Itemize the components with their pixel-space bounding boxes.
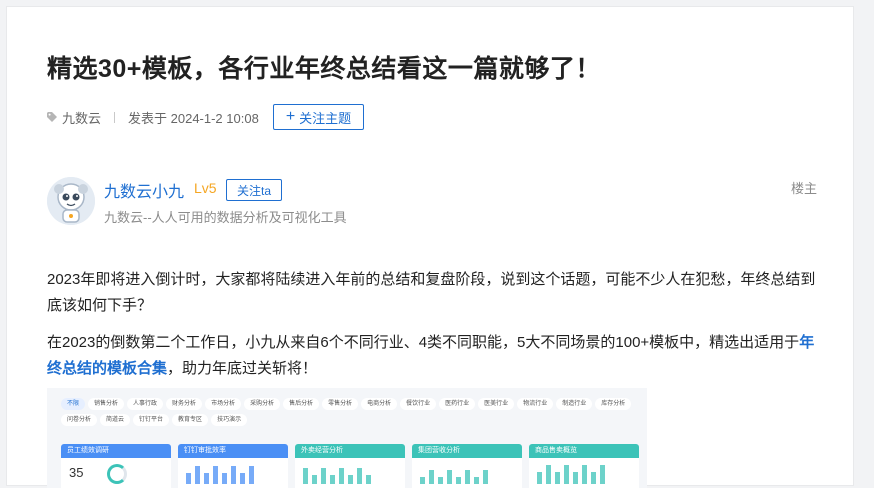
thumbnail-stat: 35: [69, 465, 84, 480]
template-thumbnail-title: 外卖经营分析: [295, 444, 405, 458]
thumbnail-bar: [321, 468, 326, 484]
post-meta: 九数云 发表于 2024-1-2 10:08 + 关注主题: [47, 103, 365, 131]
category-chip: 采购分析: [244, 398, 281, 410]
template-thumbnail-body: [178, 458, 288, 488]
thumbnail-bar: [330, 475, 335, 484]
thumbnail-bar: [537, 472, 542, 484]
category-link[interactable]: 九数云: [62, 108, 101, 127]
divider: [114, 111, 116, 123]
category-chip: 教育专区: [172, 414, 209, 426]
thumbnail-bar: [429, 470, 434, 484]
thumbnail-bar: [213, 466, 218, 484]
category-chip: 零售分析: [322, 398, 359, 410]
follow-author-button[interactable]: 关注ta: [226, 179, 283, 201]
thumbnail-bar: [600, 465, 605, 484]
thumbnail-bar: [303, 468, 308, 484]
avatar[interactable]: [47, 177, 95, 225]
thumbnail-bar: [438, 477, 443, 484]
original-poster-badge: 楼主: [790, 181, 817, 196]
thumbnail-bar: [555, 472, 560, 484]
follow-topic-label: 关注主题: [299, 110, 352, 126]
category-chip: 技巧演示: [211, 414, 248, 426]
thumbnail-donut: [107, 464, 127, 484]
category-chip: 库存分析: [595, 398, 632, 410]
template-thumbnail: 员工绩效调研 35: [61, 444, 171, 488]
category-chip: 财务分析: [166, 398, 203, 410]
thumbnail-bar: [312, 475, 317, 484]
thumbnail-bar: [195, 466, 200, 484]
category-chip: 人事行政: [127, 398, 164, 410]
thumbnail-bar: [546, 465, 551, 484]
template-thumbnail-body: [412, 458, 522, 488]
author-name[interactable]: 九数云小九: [104, 178, 184, 202]
category-chip: 餐饮行业: [400, 398, 437, 410]
category-chip: 售后分析: [283, 398, 320, 410]
category-chip: 制造行业: [556, 398, 593, 410]
category-chip: 问卷分析: [61, 414, 98, 426]
category-chip: 简道云: [100, 414, 131, 426]
thumbnail-bar: [465, 470, 470, 484]
template-thumbnail: 商品售卖概览: [529, 444, 639, 488]
thumbnail-bar: [366, 475, 371, 484]
category-chip: 医美行业: [478, 398, 515, 410]
thumbnail-bar: [249, 466, 254, 484]
paragraph-templates: 在2023的倒数第二个工作日，小九从来自6个不同行业、4类不同职能，5大不同场景…: [47, 330, 822, 382]
paragraph-intro: 2023年即将进入倒计时，大家都将陆续进入年前的总结和复盘阶段，说到这个话题，可…: [47, 271, 816, 314]
template-thumbnail-title: 集团营收分析: [412, 444, 522, 458]
level-badge: Lv5: [194, 180, 217, 196]
page-title: 精选30+模板，各行业年终总结看这一篇就够了！: [47, 55, 601, 83]
thumbnail-bar: [564, 465, 569, 484]
thumbnail-bar: [591, 472, 596, 484]
thumbnail-bar: [420, 477, 425, 484]
template-thumbnail-body: [295, 458, 405, 488]
category-chip: 不限: [61, 398, 86, 410]
thumbnail-bar: [339, 468, 344, 484]
tag-icon: [47, 112, 57, 122]
template-thumbnail: 外卖经营分析: [295, 444, 405, 488]
category-chip: 医药行业: [439, 398, 476, 410]
category-chip: 销售分析: [88, 398, 125, 410]
template-thumbnails: 员工绩效调研 35 钉钉审批效率 外卖经营分析 集团营收分析 商品售卖概览: [61, 444, 641, 488]
plus-icon: +: [285, 108, 296, 125]
category-chip: 市场分析: [205, 398, 242, 410]
category-chips: 不限 销售分析 人事行政 财务分析 市场分析 采购分析 售后分析 零售分析 电商分析 餐饮行业 医药…: [61, 398, 641, 430]
thumbnail-bar: [348, 475, 353, 484]
template-thumbnail: 集团营收分析: [412, 444, 522, 488]
template-thumbnail-title: 商品售卖概览: [529, 444, 639, 458]
follow-topic-button[interactable]: + 关注主题: [272, 104, 365, 130]
author-description: 九数云--人人可用的数据分析及可视化工具: [104, 210, 347, 225]
template-thumbnail-body: 35: [61, 458, 171, 488]
publish-time: 发表于 2024-1-2 10:08: [128, 110, 259, 126]
thumbnail-bar: [231, 466, 236, 484]
author-block: 九数云小九 Lv5 关注ta 九数云--人人可用的数据分析及可视化工具 楼主: [47, 177, 817, 227]
category-chip: 电商分析: [361, 398, 398, 410]
thumbnail-bar: [474, 477, 479, 484]
thumbnail-bar: [582, 465, 587, 484]
template-thumbnail: 钉钉审批效率: [178, 444, 288, 488]
thumbnail-bar: [357, 468, 362, 484]
thumbnail-bar: [447, 470, 452, 484]
thumbnail-bar: [483, 470, 488, 484]
thumbnail-bar: [573, 472, 578, 484]
template-thumbnail-title: 员工绩效调研: [61, 444, 171, 458]
template-thumbnail-title: 钉钉审批效率: [178, 444, 288, 458]
paragraph-text: ，助力年底过关斩将！: [167, 360, 318, 377]
paragraph-text: 在2023的倒数第二个工作日，小九从来自6个不同行业、4类不同职能，5大不同场景…: [47, 334, 800, 351]
template-preview-image: 不限 销售分析 人事行政 财务分析 市场分析 采购分析 售后分析 零售分析 电商分析 餐饮行业 医药…: [47, 388, 647, 488]
category-chip: 物流行业: [517, 398, 554, 410]
robot-mascot-icon: [47, 177, 95, 225]
template-thumbnail-body: [529, 458, 639, 488]
category-chip: 钉钉平台: [133, 414, 170, 426]
thumbnail-bar: [456, 477, 461, 484]
post-card: 精选30+模板，各行业年终总结看这一篇就够了！ 九数云 发表于 2024-1-2…: [6, 6, 854, 488]
